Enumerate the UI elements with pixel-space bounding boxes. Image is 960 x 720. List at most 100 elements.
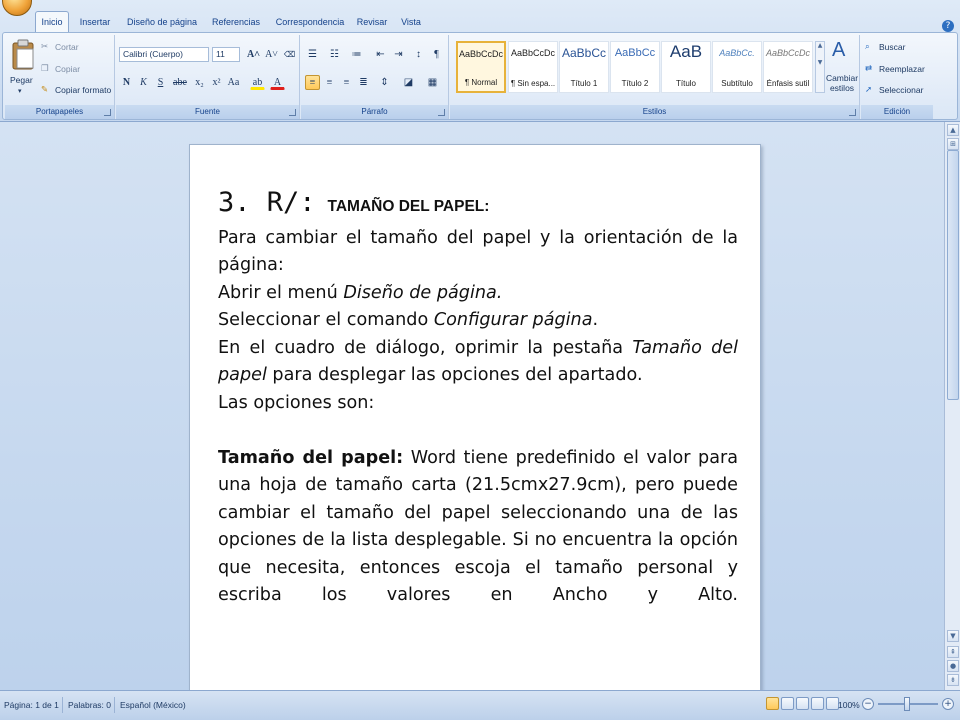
web-layout-icon[interactable] [796, 697, 809, 710]
paste-label: Pegar [10, 75, 33, 85]
copy-label: Copiar [55, 64, 81, 74]
find-button[interactable]: ⌕ Buscar [865, 41, 931, 55]
styles-group: AaBbCcDc ¶ Normal AaBbCcDc ¶ Sin espa...… [450, 35, 860, 119]
scroll-up-icon[interactable]: ▲ [947, 124, 959, 136]
tab-vista[interactable]: Vista [394, 12, 428, 32]
style-titulo-2[interactable]: AaBbCc Título 2 [610, 41, 660, 93]
font-color-icon[interactable]: A [270, 75, 285, 90]
increase-indent-icon[interactable]: ⇥ [391, 47, 406, 62]
align-right-icon[interactable]: ≡ [339, 75, 354, 90]
style-name: ¶ Sin espa... [510, 79, 556, 88]
style-sample: AaBbCcDc [765, 48, 810, 58]
outline-view-icon[interactable] [811, 697, 824, 710]
clipboard-launcher-icon[interactable] [104, 109, 111, 116]
style-normal[interactable]: AaBbCcDc ¶ Normal [456, 41, 506, 93]
step-2-suffix: . [592, 310, 599, 330]
multilevel-list-icon[interactable]: ≔ [349, 47, 364, 62]
document-page[interactable]: 3. R/: TAMAÑO DEL PAPEL: Para cambiar el… [189, 144, 761, 704]
cut-button[interactable]: ✂ Cortar [41, 41, 111, 55]
chevron-down-icon: ▼ [817, 59, 823, 66]
status-divider [114, 697, 115, 713]
numbering-icon[interactable]: ☷ [327, 47, 342, 62]
grow-font-icon[interactable]: A˄ [246, 47, 261, 62]
document-area: 3. R/: TAMAÑO DEL PAPEL: Para cambiar el… [0, 122, 944, 704]
editing-group-label: Edición [861, 105, 933, 119]
strikethrough-icon[interactable]: abe [172, 75, 187, 90]
zoom-level[interactable]: 100% [838, 700, 860, 710]
subscript-icon[interactable]: x₂ [192, 75, 207, 90]
help-icon[interactable]: ? [942, 20, 954, 32]
bullets-icon[interactable]: ☰ [305, 47, 320, 62]
scroll-down-icon[interactable]: ▼ [947, 630, 959, 642]
page-count[interactable]: Página: 1 de 1 [4, 700, 59, 710]
change-styles-button[interactable]: A Cambiar estilos [824, 39, 860, 101]
zoom-slider-thumb[interactable] [904, 697, 910, 711]
style-enfasis-sutil[interactable]: AaBbCcDc Énfasis sutil [763, 41, 813, 93]
binoculars-icon: ⌕ [865, 41, 870, 51]
style-titulo[interactable]: AaB Título [661, 41, 711, 93]
ribbon-body: Pegar ▾ ✂ Cortar ❐ Copiar ✎ Copiar forma… [2, 32, 958, 120]
print-layout-icon[interactable] [766, 697, 779, 710]
copy-button[interactable]: ❐ Copiar [41, 63, 111, 77]
zoom-in-icon[interactable]: + [942, 698, 954, 710]
zoom-out-icon[interactable]: − [862, 698, 874, 710]
tab-insertar[interactable]: Insertar [74, 12, 116, 32]
chevron-down-icon: ▾ [18, 88, 22, 95]
tab-correspondencia[interactable]: Correspondencia [270, 12, 350, 32]
scissors-icon: ✂ [41, 41, 49, 51]
change-styles-icon: A [832, 39, 846, 61]
scrollbar-thumb[interactable] [947, 150, 959, 400]
status-divider [62, 697, 63, 713]
italic-button[interactable]: K [136, 75, 151, 90]
justify-icon[interactable]: ≣ [356, 75, 371, 90]
line-spacing-icon[interactable]: ⇕ [377, 75, 392, 90]
document-body[interactable]: 3. R/: TAMAÑO DEL PAPEL: Para cambiar el… [218, 189, 738, 610]
tab-revisar[interactable]: Revisar [352, 12, 392, 32]
language-indicator[interactable]: Español (México) [120, 700, 186, 710]
paragraph-options-intro: Las opciones son: [218, 392, 375, 413]
font-name-combo[interactable]: Calibri (Cuerpo) [119, 47, 209, 62]
align-left-icon[interactable]: ≡ [305, 75, 320, 90]
previous-page-icon[interactable]: ⇞ [947, 646, 959, 658]
step-1-emphasis: Diseño de página. [343, 282, 503, 303]
format-painter-button[interactable]: ✎ Copiar formato [41, 84, 113, 98]
replace-button[interactable]: ⇄ Reemplazar [865, 63, 931, 77]
next-page-icon[interactable]: ⇟ [947, 674, 959, 686]
change-case-icon[interactable]: Aa [226, 75, 241, 90]
align-center-icon[interactable]: ≡ [322, 75, 337, 90]
style-sin-espaciado[interactable]: AaBbCcDc ¶ Sin espa... [508, 41, 558, 93]
ruler-toggle-icon[interactable]: ⊞ [947, 138, 959, 150]
borders-icon[interactable]: ▦ [425, 75, 440, 90]
full-screen-reading-icon[interactable] [781, 697, 794, 710]
style-subtitulo[interactable]: AaBbCc. Subtítulo [712, 41, 762, 93]
style-name: Título [675, 79, 696, 88]
tab-diseno-de-pagina[interactable]: Diseño de página [120, 12, 204, 32]
paste-button[interactable]: Pegar ▾ [8, 37, 38, 97]
tab-referencias[interactable]: Referencias [206, 12, 266, 32]
browse-object-icon[interactable]: ● [947, 660, 959, 672]
underline-button[interactable]: S [153, 75, 168, 90]
superscript-icon[interactable]: x² [209, 75, 224, 90]
clear-format-icon[interactable]: ⌫ [282, 47, 297, 62]
change-styles-label: Cambiar estilos [825, 73, 859, 93]
style-titulo-1[interactable]: AaBbCc Título 1 [559, 41, 609, 93]
document-heading: 3. R/: TAMAÑO DEL PAPEL: [218, 189, 738, 221]
styles-group-label: Estilos [450, 105, 859, 119]
shading-icon[interactable]: ◪ [401, 75, 416, 90]
font-launcher-icon[interactable] [289, 109, 296, 116]
decrease-indent-icon[interactable]: ⇤ [373, 47, 388, 62]
word-count[interactable]: Palabras: 0 [68, 700, 111, 710]
shrink-font-icon[interactable]: A˅ [264, 47, 279, 62]
pilcrow-icon[interactable]: ¶ [429, 47, 444, 62]
paragraph-launcher-icon[interactable] [438, 109, 445, 116]
vertical-scrollbar[interactable]: ▲ ⊞ ▼ ⇞ ● ⇟ [944, 122, 960, 690]
bold-button[interactable]: N [119, 75, 134, 90]
tab-inicio[interactable]: Inicio [35, 11, 69, 34]
select-button[interactable]: ➚ Seleccionar [865, 84, 931, 98]
font-size-combo[interactable]: 11 [212, 47, 240, 62]
styles-launcher-icon[interactable] [849, 109, 856, 116]
highlight-icon[interactable]: ab [250, 75, 265, 90]
paragraph-step-1: Abrir el menú Diseño de página. [218, 280, 738, 308]
sort-icon[interactable]: ↕ [411, 47, 426, 62]
